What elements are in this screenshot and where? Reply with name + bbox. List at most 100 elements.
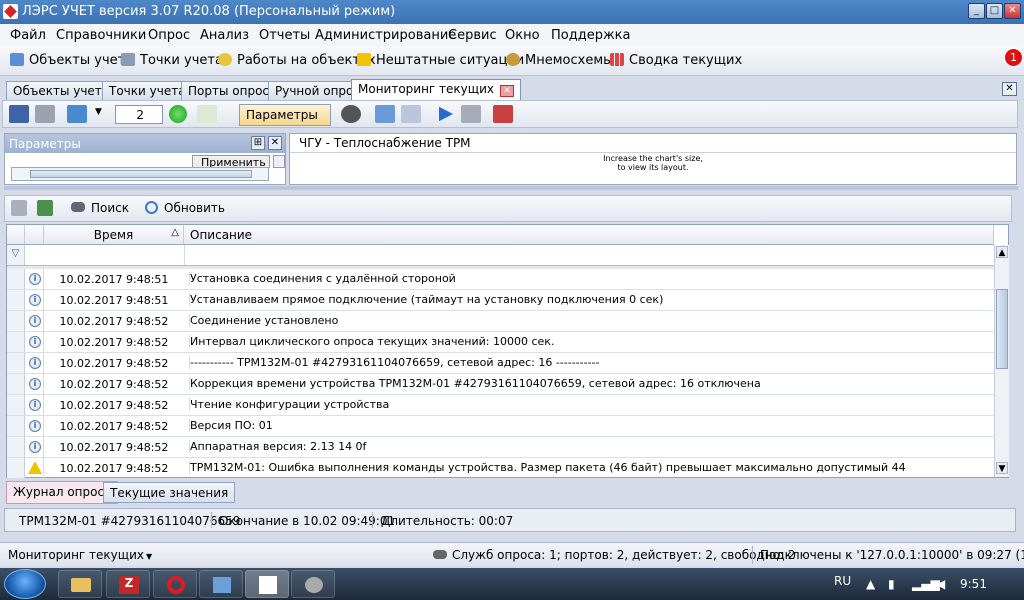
table-row[interactable]: 10.02.2017 9:48:52 ТРМ132М-01: Ошибка вып… <box>7 458 994 479</box>
close-all-tabs-button[interactable]: ✕ <box>1002 82 1017 96</box>
status-services-label: Служб опроса: 1; портов: 2, действует: 2… <box>452 548 796 562</box>
quick-incidents[interactable]: Нештатные ситуации <box>357 53 524 68</box>
taskbar-lers[interactable] <box>245 570 289 598</box>
row-icon-cell: i <box>25 311 44 331</box>
chevron-down-icon[interactable]: ▼ <box>95 107 102 117</box>
table-row[interactable]: i 10.02.2017 9:48:52 Коррекция времени уст… <box>7 374 994 395</box>
table-row[interactable]: i 10.02.2017 9:48:52 Соединение установлен… <box>7 311 994 332</box>
interval-stepper[interactable]: 2 <box>115 105 163 124</box>
tray-arrow-icon[interactable]: ▲ <box>866 577 875 591</box>
stop-icon[interactable] <box>341 105 361 123</box>
table-row[interactable]: i 10.02.2017 9:48:52 Версия ПО: 01 <box>7 416 994 437</box>
time-column-header[interactable]: Время △ <box>44 225 184 245</box>
tab-poll-log[interactable]: Журнал опроса <box>6 481 119 504</box>
menu-poll[interactable]: Опрос <box>148 28 190 43</box>
menu-file[interactable]: Файл <box>10 28 46 43</box>
print-icon[interactable] <box>35 105 55 123</box>
refresh-button[interactable]: Обновить <box>145 201 225 215</box>
menu-reports[interactable]: Отчеты <box>259 28 310 43</box>
minimize-button[interactable]: _ <box>968 3 985 19</box>
notification-badge[interactable]: 1 <box>1004 48 1023 67</box>
start-green-icon[interactable] <box>169 105 187 123</box>
filter-row[interactable]: ▽ <box>7 245 994 266</box>
row-description: Чтение конфигурации устройства <box>189 398 390 411</box>
menu-window[interactable]: Окно <box>505 28 540 43</box>
export-icon[interactable] <box>493 105 513 123</box>
end-time: Окончание в 10.02 09:49:01 <box>219 514 396 528</box>
works-icon <box>218 53 232 66</box>
pin-icon[interactable]: ⊞ <box>251 136 265 150</box>
tab-objects[interactable]: Объекты учета <box>6 81 117 100</box>
chart-hint-line1: Increase the chart's size, <box>603 154 703 163</box>
scroll-down-icon[interactable]: ▼ <box>996 462 1008 474</box>
quick-mnemo[interactable]: Мнемосхемы <box>506 53 613 68</box>
save-icon[interactable] <box>9 105 29 123</box>
pane-close-icon[interactable]: ✕ <box>268 136 282 150</box>
quick-points[interactable]: Точки учета <box>121 53 223 68</box>
filter-icon[interactable]: ▽ <box>7 245 25 265</box>
scroll-thumb[interactable] <box>996 289 1008 369</box>
scroll-up-icon[interactable]: ▲ <box>996 246 1008 258</box>
taskbar-opera[interactable] <box>153 570 197 598</box>
parameters-header: Параметры <box>5 134 285 153</box>
play-icon[interactable] <box>439 106 453 122</box>
export-log-icon[interactable] <box>37 200 53 216</box>
taskbar-app[interactable] <box>199 570 243 598</box>
maximize-button[interactable]: □ <box>986 3 1003 19</box>
splitter[interactable] <box>4 186 1018 190</box>
quick-summary[interactable]: Сводка текущих <box>610 53 742 68</box>
vertical-scrollbar[interactable]: ▲ ▼ <box>994 245 1009 477</box>
window-titlebar[interactable]: ЛЭРС УЧЕТ версия 3.07 R20.08 (Персональн… <box>0 0 1024 24</box>
quick-launch-bar: Объекты учета Точки учета Работы на объе… <box>0 46 1024 76</box>
tab-points[interactable]: Точки учета <box>102 81 193 100</box>
binoculars-icon <box>71 202 85 212</box>
status-mode[interactable]: Мониторинг текущих ▼ <box>8 548 152 562</box>
search-button[interactable]: Поиск <box>71 201 129 215</box>
monitoring-toolbar: ▼ 2 Параметры <box>2 100 1018 128</box>
pause-icon[interactable] <box>461 105 481 123</box>
table-row[interactable]: i 10.02.2017 9:48:52 Аппаратная версия: 2.… <box>7 437 994 458</box>
row-icon-cell: i <box>25 437 44 457</box>
tab-close-icon[interactable]: ✕ <box>499 85 514 97</box>
menu-service[interactable]: Сервис <box>448 28 497 43</box>
start-button[interactable] <box>4 569 46 599</box>
table-row[interactable]: i 10.02.2017 9:48:52 Чтение конфигурации у… <box>7 395 994 416</box>
quick-works[interactable]: Работы на объектах <box>218 53 376 68</box>
language-indicator[interactable]: RU <box>834 574 851 588</box>
menu-analysis[interactable]: Анализ <box>200 28 249 43</box>
parameters-button[interactable]: Параметры <box>239 104 331 126</box>
table-icon[interactable] <box>401 105 421 123</box>
tray-volume-icon[interactable]: ◀ <box>936 577 945 591</box>
menu-directories[interactable]: Справочники <box>56 28 146 43</box>
quick-objects-label: Объекты учета <box>29 53 134 68</box>
table-row[interactable]: i 10.02.2017 9:48:52 Интервал циклического… <box>7 332 994 353</box>
row-indicator <box>7 353 25 373</box>
print-icon[interactable] <box>11 200 27 216</box>
taskbar-explorer[interactable] <box>58 570 102 598</box>
info-icon: i <box>29 378 41 390</box>
tray-power-icon[interactable]: ▮ <box>888 577 895 591</box>
close-window-button[interactable]: ✕ <box>1004 3 1021 19</box>
menu-support[interactable]: Поддержка <box>551 28 631 43</box>
row-time: 10.02.2017 9:48:52 <box>59 378 169 391</box>
menu-administration[interactable]: Администрирование <box>315 28 456 43</box>
scroll-grip[interactable] <box>273 155 285 168</box>
graph-icon[interactable] <box>197 105 217 123</box>
refresh-icon[interactable] <box>375 105 395 123</box>
horizontal-scrollbar[interactable] <box>11 167 269 181</box>
taskbar-other[interactable] <box>291 570 335 598</box>
clock[interactable]: 9:51 <box>960 577 987 591</box>
tab-monitoring[interactable]: Мониторинг текущих ✕ <box>351 79 521 100</box>
table-row[interactable]: i 10.02.2017 9:48:51 Установка соединения … <box>7 269 994 290</box>
info-icon: i <box>29 441 41 453</box>
quick-objects[interactable]: Объекты учета <box>10 53 133 68</box>
tab-current-values[interactable]: Текущие значения <box>103 482 236 503</box>
taskbar-filezilla[interactable]: Z <box>106 570 150 598</box>
chart-view-icon[interactable] <box>67 105 87 123</box>
description-column-header[interactable]: Описание <box>184 225 994 245</box>
table-row[interactable]: i 10.02.2017 9:48:52 ----------- ТРМ132М-0… <box>7 353 994 374</box>
info-icon: i <box>29 294 41 306</box>
quick-incidents-label: Нештатные ситуации <box>376 53 525 68</box>
table-row[interactable]: i 10.02.2017 9:48:51 Устанавливаем прямое … <box>7 290 994 311</box>
row-description: Соединение установлено <box>189 314 339 327</box>
